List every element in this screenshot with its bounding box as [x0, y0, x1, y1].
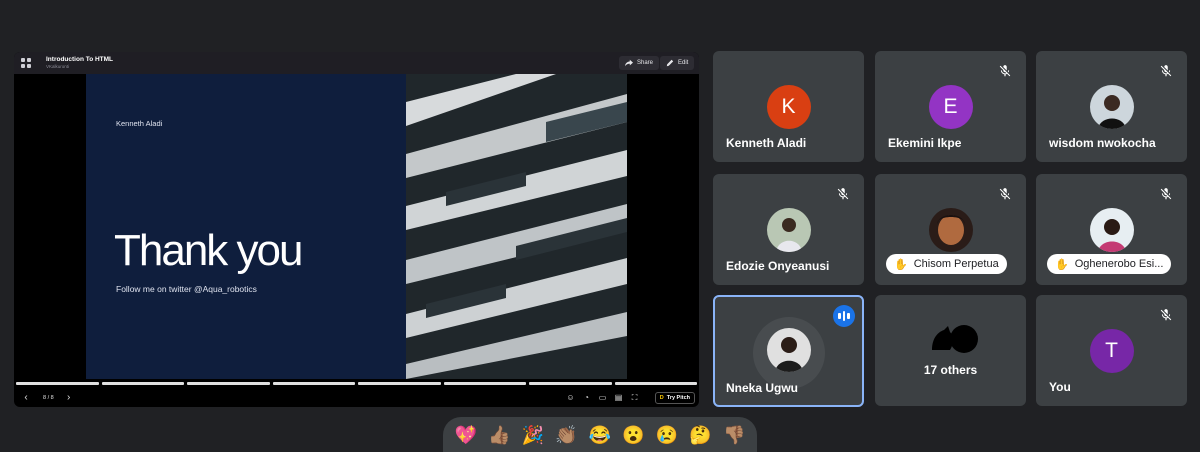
avatar: [766, 208, 811, 252]
edit-label: Edit: [678, 60, 689, 66]
mic-off-icon: [837, 188, 849, 200]
emoji-icon[interactable]: ☺: [566, 393, 575, 402]
slide-progress-bar: [14, 382, 699, 385]
self-tile[interactable]: T You: [1036, 295, 1187, 406]
slide-author: Kenneth Aladi: [116, 119, 163, 128]
others-avatars-icon: [932, 325, 978, 353]
avatar: T: [1089, 329, 1134, 373]
mic-off-icon: [1160, 309, 1172, 321]
progress-segment[interactable]: [272, 382, 355, 385]
slide-text-panel: Kenneth Aladi Thank you Follow me on twi…: [86, 74, 406, 379]
presentation-subtitle: VKalkuronti: [46, 64, 70, 69]
participant-name: Oghenerobo Esi...: [1074, 258, 1164, 270]
participant-name-pill: ✋ Oghenerobo Esi...: [1047, 254, 1172, 274]
progress-segment[interactable]: [614, 382, 697, 385]
thinking-reaction-icon[interactable]: 🤔: [689, 425, 711, 445]
avatar: [1089, 85, 1134, 129]
thumbs-down-reaction-icon[interactable]: 👎🏽: [723, 425, 745, 445]
participant-tile[interactable]: E Ekemini Ikpe: [875, 51, 1026, 162]
mic-off-icon: [1160, 188, 1172, 200]
presenter-view-icon[interactable]: ▭: [598, 393, 607, 402]
presentation-window[interactable]: Introduction To HTML VKalkuronti Share E…: [14, 52, 699, 407]
participant-tile[interactable]: ✋ Chisom Perpetua: [875, 174, 1026, 285]
presentation-header: Introduction To HTML VKalkuronti Share E…: [14, 52, 699, 74]
pitch-logo-icon: D: [659, 395, 664, 401]
previous-slide-icon[interactable]: ‹: [21, 393, 31, 403]
share-label: Share: [637, 60, 654, 66]
crying-reaction-icon[interactable]: 😢: [656, 425, 678, 445]
clapping-reaction-icon[interactable]: 👏🏽: [555, 425, 577, 445]
party-popper-reaction-icon[interactable]: 🎉: [522, 425, 544, 445]
edit-button[interactable]: Edit: [660, 56, 695, 70]
participant-name: Nneka Ugwu: [726, 381, 799, 395]
participant-tile[interactable]: Edozie Onyeanusi: [713, 174, 864, 285]
pencil-icon: [666, 59, 674, 67]
grid-view-icon[interactable]: ▤: [614, 393, 623, 402]
participant-tile[interactable]: K Kenneth Aladi: [713, 51, 864, 162]
participant-tile-active-speaker[interactable]: Nneka Ugwu: [713, 295, 864, 407]
participant-name: Kenneth Aladi: [726, 136, 807, 150]
participant-tile[interactable]: wisdom nwokocha: [1036, 51, 1187, 162]
try-pitch-label: Try Pitch: [666, 395, 690, 401]
mic-off-icon: [1160, 65, 1172, 77]
presentation-title: Introduction To HTML: [46, 55, 114, 63]
participant-name: Chisom Perpetua: [913, 258, 999, 270]
avatar: [1089, 208, 1134, 252]
slide-building-image: [406, 74, 627, 379]
avatar: [766, 328, 811, 372]
participant-name-pill: ✋ Chisom Perpetua: [886, 254, 1007, 274]
raised-hand-icon: ✋: [894, 258, 908, 271]
mic-off-icon: [999, 65, 1011, 77]
slide: Kenneth Aladi Thank you Follow me on twi…: [86, 74, 627, 379]
progress-segment[interactable]: [16, 382, 99, 385]
progress-segment[interactable]: [443, 382, 526, 385]
presentation-footer: ‹ 8 / 8 › ☺ ◔ ▭ ▤ ⛶ D Try Pitch: [14, 389, 699, 407]
participant-name: wisdom nwokocha: [1049, 136, 1156, 150]
reactions-bar: 💖 👍🏽 🎉 👏🏽 😂 😮 😢 🤔 👎🏽: [443, 417, 757, 452]
heart-reaction-icon[interactable]: 💖: [455, 425, 477, 445]
slide-follow-text: Follow me on twitter @Aqua_robotics: [116, 284, 257, 294]
participant-tile[interactable]: ✋ Oghenerobo Esi...: [1036, 174, 1187, 285]
progress-segment[interactable]: [101, 382, 184, 385]
others-count: 17 others: [923, 363, 978, 377]
avatar: [928, 208, 973, 252]
share-button[interactable]: Share: [619, 56, 660, 70]
page-indicator: 8 / 8: [43, 395, 54, 401]
laughing-reaction-icon[interactable]: 😂: [589, 425, 611, 445]
progress-segment[interactable]: [358, 382, 441, 385]
participant-name: You: [1049, 380, 1071, 394]
share-icon: [625, 59, 633, 67]
next-slide-icon[interactable]: ›: [64, 393, 74, 403]
avatar: E: [928, 85, 973, 129]
mic-off-icon: [999, 188, 1011, 200]
participant-name: Edozie Onyeanusi: [726, 259, 830, 273]
speaking-indicator-icon: [833, 305, 855, 327]
others-tile[interactable]: 17 others: [875, 295, 1026, 406]
apps-grid-icon[interactable]: [21, 58, 31, 68]
thumbs-up-reaction-icon[interactable]: 👍🏽: [488, 425, 510, 445]
surprised-reaction-icon[interactable]: 😮: [622, 425, 644, 445]
slide-heading: Thank you: [114, 226, 303, 275]
participant-name: Ekemini Ikpe: [888, 136, 962, 150]
comment-icon[interactable]: ◔: [582, 393, 591, 402]
raised-hand-icon: ✋: [1055, 258, 1069, 271]
avatar: K: [766, 85, 811, 129]
progress-segment[interactable]: [187, 382, 270, 385]
fullscreen-icon[interactable]: ⛶: [630, 393, 639, 402]
progress-segment[interactable]: [529, 382, 612, 385]
try-pitch-button[interactable]: D Try Pitch: [654, 392, 695, 404]
